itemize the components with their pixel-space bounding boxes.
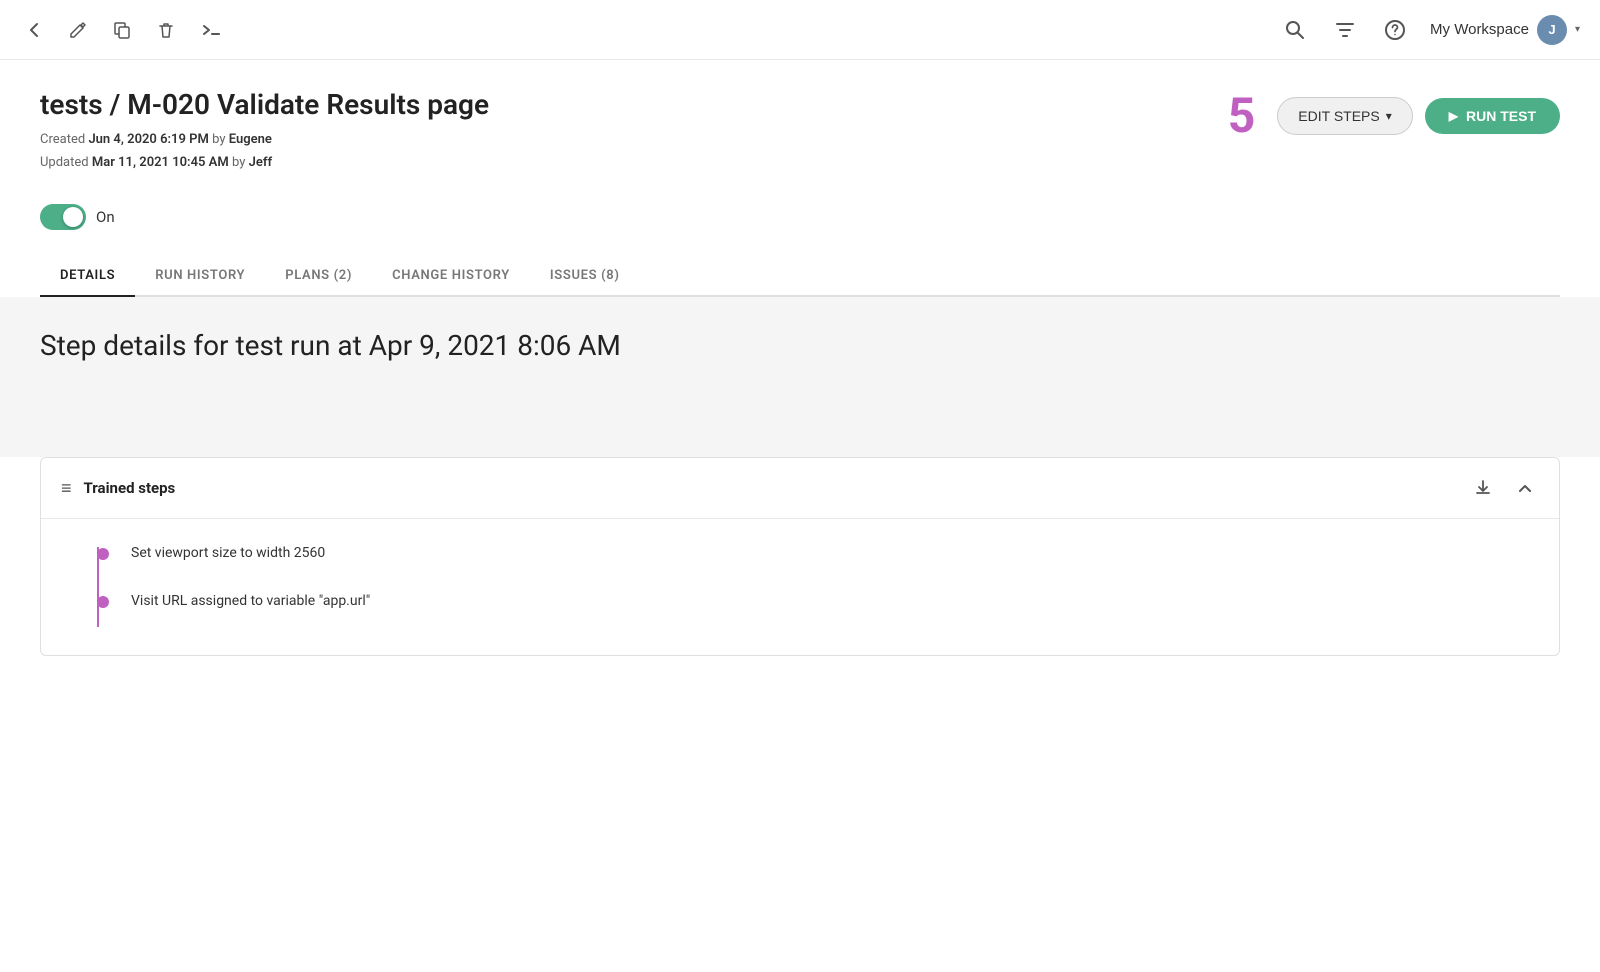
help-button[interactable]	[1380, 15, 1410, 45]
updated-by-label: by	[232, 155, 245, 170]
step-run-title: Step details for test run at Apr 9, 2021…	[40, 329, 1560, 362]
step-count: 5	[1228, 92, 1256, 140]
tab-plans[interactable]: PLANS (2)	[265, 256, 372, 297]
filter-button[interactable]	[1330, 15, 1360, 45]
step-description-2: Visit URL assigned to variable "app.url"	[131, 593, 370, 609]
topnav-right: My Workspace J ▾	[1280, 15, 1580, 45]
chevron-down-icon: ▾	[1575, 24, 1580, 35]
edit-steps-button[interactable]: EDIT STEPS ▾	[1277, 97, 1412, 135]
enabled-toggle[interactable]	[40, 204, 86, 230]
step-dot-2	[97, 596, 109, 608]
run-test-button[interactable]: ▶ RUN TEST	[1425, 98, 1560, 134]
trained-steps-header: ≡ Trained steps	[41, 458, 1559, 519]
trained-steps-title: Trained steps	[84, 479, 176, 497]
toggle-label: On	[96, 208, 115, 226]
step-row: Set viewport size to width 2560	[71, 529, 1529, 577]
toggle-row: On	[40, 204, 1560, 230]
edit-steps-label: EDIT STEPS	[1298, 108, 1379, 124]
tab-issues[interactable]: ISSUES (8)	[530, 256, 640, 297]
workspace-label: My Workspace	[1430, 21, 1529, 38]
created-by-label: by	[212, 132, 225, 147]
created-label: Created	[40, 132, 85, 147]
trained-steps-header-right	[1469, 474, 1539, 502]
step-row: Visit URL assigned to variable "app.url"	[71, 577, 1529, 625]
hamburger-icon: ≡	[61, 478, 72, 499]
download-steps-button[interactable]	[1469, 474, 1497, 502]
top-navigation: My Workspace J ▾	[0, 0, 1600, 60]
title-section: tests / M-020 Validate Results page Crea…	[40, 88, 489, 174]
run-icon: ▶	[1449, 109, 1458, 123]
trained-steps-header-left: ≡ Trained steps	[61, 478, 175, 499]
created-date: Jun 4, 2020 6:19 PM	[88, 132, 208, 147]
page-meta: Created Jun 4, 2020 6:19 PM by Eugene Up…	[40, 128, 489, 175]
page-title: tests / M-020 Validate Results page	[40, 88, 489, 122]
step-description-1: Set viewport size to width 2560	[131, 545, 325, 561]
edit-steps-chevron-icon: ▾	[1386, 109, 1392, 123]
step-list: Set viewport size to width 2560 Visit UR…	[41, 519, 1559, 655]
created-by: Eugene	[229, 132, 272, 147]
run-test-label: RUN TEST	[1466, 108, 1536, 124]
main-content: tests / M-020 Validate Results page Crea…	[0, 60, 1600, 297]
updated-label: Updated	[40, 155, 89, 170]
workspace-button[interactable]: My Workspace J ▾	[1430, 15, 1580, 45]
content-area: Step details for test run at Apr 9, 2021…	[0, 297, 1600, 457]
trained-steps-card: ≡ Trained steps Set viewport size to wid…	[40, 457, 1560, 656]
topnav-left	[20, 16, 1280, 44]
updated-by: Jeff	[249, 155, 272, 170]
title-actions: 5 EDIT STEPS ▾ ▶ RUN TEST	[1228, 92, 1560, 140]
breadcrumb-row: tests / M-020 Validate Results page Crea…	[40, 88, 1560, 174]
tabs-row: DETAILS RUN HISTORY PLANS (2) CHANGE HIS…	[40, 256, 1560, 297]
search-button[interactable]	[1280, 15, 1310, 45]
copy-button[interactable]	[108, 16, 136, 44]
tab-details[interactable]: DETAILS	[40, 256, 135, 297]
back-button[interactable]	[20, 16, 48, 44]
updated-date: Mar 11, 2021 10:45 AM	[92, 155, 229, 170]
step-dot-1	[97, 548, 109, 560]
collapse-steps-button[interactable]	[1511, 474, 1539, 502]
terminal-button[interactable]	[196, 16, 228, 44]
delete-button[interactable]	[152, 16, 180, 44]
avatar: J	[1537, 15, 1567, 45]
edit-button[interactable]	[64, 16, 92, 44]
tab-run-history[interactable]: RUN HISTORY	[135, 256, 265, 297]
tab-change-history[interactable]: CHANGE HISTORY	[372, 256, 530, 297]
